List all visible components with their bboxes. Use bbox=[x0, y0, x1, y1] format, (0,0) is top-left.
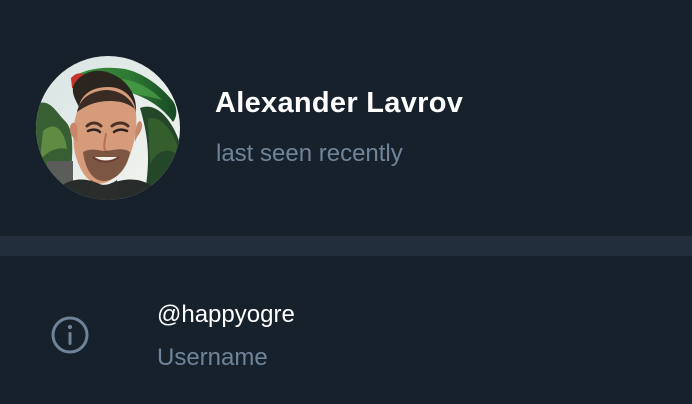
profile-header: Alexander Lavrov last seen recently bbox=[0, 0, 692, 236]
avatar-photo-icon bbox=[36, 56, 180, 200]
profile-page: Alexander Lavrov last seen recently @hap… bbox=[0, 0, 692, 404]
section-divider bbox=[0, 236, 692, 256]
profile-name: Alexander Lavrov bbox=[215, 87, 464, 119]
username-value[interactable]: @happyogre bbox=[157, 301, 295, 329]
username-info-row[interactable]: @happyogre Username bbox=[0, 256, 692, 404]
profile-avatar[interactable] bbox=[36, 56, 180, 200]
username-label: Username bbox=[157, 344, 268, 371]
info-icon bbox=[51, 316, 89, 354]
last-seen-status: last seen recently bbox=[216, 140, 403, 167]
